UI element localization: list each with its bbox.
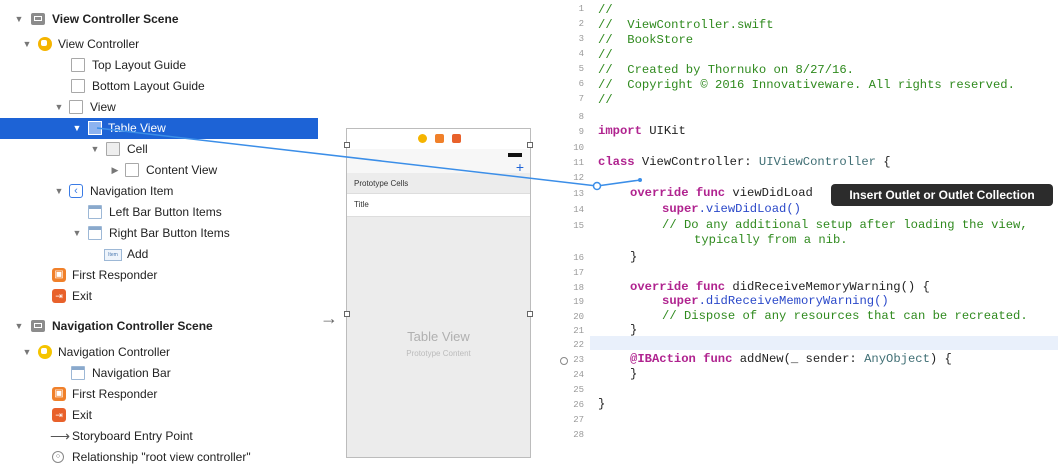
drag-cursor-point-icon [638,178,642,182]
connection-drag-overlay [96,127,642,191]
connection-insertion-point-icon [592,181,602,191]
connection-drag-line [596,179,641,187]
connection-drag-line [96,127,598,187]
insert-outlet-tooltip: Insert Outlet or Outlet Collection [831,184,1053,206]
